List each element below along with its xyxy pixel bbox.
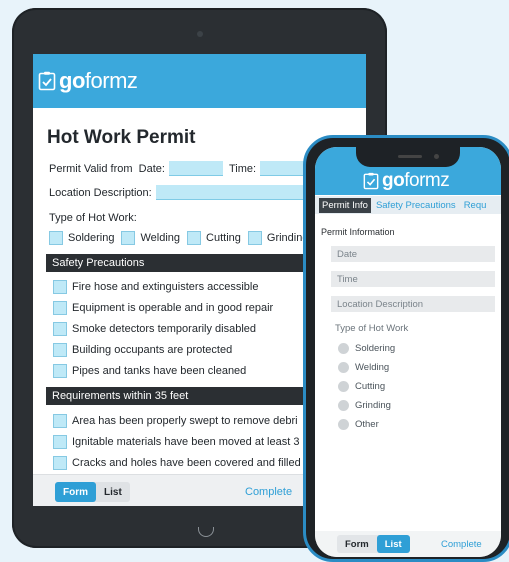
camera-icon: [197, 31, 203, 37]
location-input[interactable]: Location Description: [331, 296, 495, 312]
time-label: Time:: [228, 162, 257, 175]
radio-option[interactable]: Grinding: [338, 400, 391, 411]
radio-icon: [338, 381, 349, 392]
requirement-item: Area has been properly swept to remove d…: [53, 414, 298, 428]
radio-option[interactable]: Cutting: [338, 381, 385, 392]
permit-valid-row: Permit Valid from Date: Time:: [49, 161, 324, 176]
radio-label: Other: [355, 419, 379, 430]
soldering-checkbox[interactable]: [49, 231, 63, 245]
phone-device: go formz Permit Info Safety Precautions R…: [303, 135, 509, 562]
type-label: Type of Hot Work:: [49, 212, 137, 224]
logo-text-formz: formz: [404, 170, 450, 191]
radio-label: Grinding: [355, 400, 391, 411]
radio-icon: [338, 400, 349, 411]
safety-checkbox[interactable]: [53, 364, 67, 378]
phone-footer: Form List Complete: [315, 531, 501, 557]
page-title: Hot Work Permit: [47, 127, 196, 148]
radio-icon: [338, 362, 349, 373]
view-toggle: Form List: [55, 482, 130, 502]
requirement-checkbox[interactable]: [53, 414, 67, 428]
safety-item-label: Equipment is operable and in good repair: [72, 302, 274, 314]
complete-button[interactable]: Complete: [245, 486, 292, 498]
safety-item-label: Smoke detectors temporarily disabled: [72, 323, 257, 335]
phone-screen: go formz Permit Info Safety Precautions R…: [315, 147, 501, 557]
camera-icon: [434, 154, 439, 159]
safety-item: Smoke detectors temporarily disabled: [53, 322, 256, 336]
requirement-item-label: Cracks and holes have been covered and f…: [72, 457, 301, 469]
radio-label: Soldering: [355, 343, 396, 354]
safety-item-label: Building occupants are protected: [72, 344, 233, 356]
form-view-button[interactable]: Form: [337, 535, 377, 553]
goformz-logo: go formz: [363, 170, 450, 192]
requirement-item-label: Area has been properly swept to remove d…: [72, 415, 298, 427]
section-label: Permit Information: [321, 227, 395, 237]
safety-checkbox[interactable]: [53, 322, 67, 336]
phone-notch: [356, 147, 460, 167]
radio-label: Cutting: [355, 381, 386, 392]
logo-text-formz: formz: [84, 68, 138, 93]
grinding-checkbox[interactable]: [247, 231, 262, 245]
logo-text-go: go: [382, 170, 405, 191]
radio-option[interactable]: Other: [338, 419, 379, 430]
radio-label: Welding: [355, 362, 390, 373]
work-type-row: Soldering Welding Cutting Grinding: [49, 231, 308, 245]
safety-checkbox[interactable]: [53, 301, 67, 315]
phone-tab-bar: Permit Info Safety Precautions Requ: [315, 196, 501, 214]
tab-requirements[interactable]: Requ: [461, 198, 490, 213]
home-button[interactable]: [198, 527, 214, 537]
view-toggle: Form List: [337, 535, 410, 553]
cutting-checkbox[interactable]: [187, 231, 202, 245]
app-header: go formz: [33, 54, 366, 108]
permit-valid-label: Permit Valid from: [49, 162, 133, 175]
date-field[interactable]: [168, 161, 223, 176]
requirement-checkbox[interactable]: [53, 456, 67, 470]
radio-icon: [338, 343, 349, 354]
safety-item: Pipes and tanks have been cleaned: [53, 364, 246, 378]
safety-checkbox[interactable]: [53, 343, 67, 357]
safety-item: Equipment is operable and in good repair: [53, 301, 273, 315]
radio-option[interactable]: Soldering: [338, 343, 395, 354]
speaker-icon: [398, 155, 422, 158]
type-label: Type of Hot Work: [335, 323, 409, 334]
form-checkbox-icon: [38, 71, 56, 91]
safety-item-label: Pipes and tanks have been cleaned: [72, 365, 247, 377]
safety-checkbox[interactable]: [53, 280, 67, 294]
tab-safety-precautions[interactable]: Safety Precautions: [373, 198, 459, 213]
welding-checkbox[interactable]: [121, 231, 136, 245]
requirement-item-label: Ignitable materials have been moved at l…: [72, 436, 300, 448]
soldering-label: Soldering: [68, 232, 115, 244]
cutting-label: Cutting: [206, 232, 241, 244]
complete-button[interactable]: Complete: [441, 539, 482, 550]
requirement-item: Cracks and holes have been covered and f…: [53, 456, 301, 470]
safety-item: Building occupants are protected: [53, 343, 232, 357]
tab-permit-info[interactable]: Permit Info: [319, 197, 371, 213]
form-checkbox-icon: [363, 172, 379, 190]
logo-text-go: go: [59, 68, 85, 93]
form-view-button[interactable]: Form: [55, 482, 96, 502]
welding-label: Welding: [140, 232, 181, 244]
radio-option[interactable]: Welding: [338, 362, 389, 373]
requirement-checkbox[interactable]: [53, 435, 67, 449]
goformz-logo: go formz: [38, 68, 138, 94]
time-input[interactable]: Time: [331, 271, 495, 287]
list-view-button[interactable]: List: [376, 535, 410, 553]
date-label: Date:: [138, 162, 165, 175]
safety-item-label: Fire hose and extinguisters accessible: [72, 281, 259, 293]
radio-icon: [338, 419, 349, 430]
requirement-item: Ignitable materials have been moved at l…: [53, 435, 299, 449]
date-input[interactable]: Date: [331, 246, 495, 262]
list-view-button[interactable]: List: [96, 482, 130, 502]
safety-item: Fire hose and extinguisters accessible: [53, 280, 258, 294]
location-label: Location Description:: [49, 186, 152, 199]
